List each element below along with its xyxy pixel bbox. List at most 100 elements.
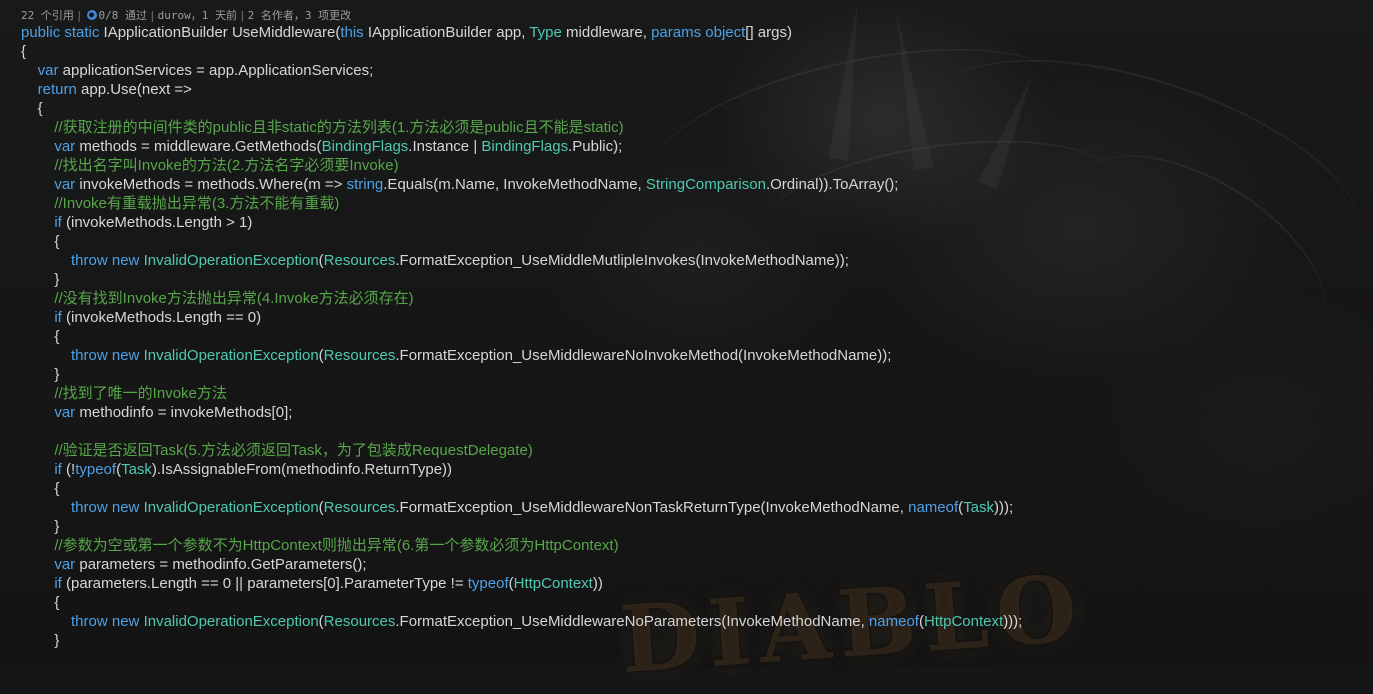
code-token: typeof [467,575,509,592]
code-token: //找出名字叫Invoke的方法(2.方法名字必须要Invoke) [54,157,399,174]
code-line[interactable]: throw new InvalidOperationException(Reso… [21,346,891,365]
code-line[interactable]: if (parameters.Length == 0 || parameters… [21,574,603,593]
code-token: (invokeMethods.Length == 0) [61,309,262,326]
code-token: //没有找到Invoke方法抛出异常(4.Invoke方法必须存在) [54,290,414,307]
code-token: { [21,480,60,497]
code-token: var [54,556,76,573]
code-token: .FormatException_UseMiddlewareNonTaskRet… [395,499,909,516]
code-line[interactable]: if (invokeMethods.Length == 0) [21,308,261,327]
code-token: middleware, [561,24,652,41]
code-token: { [21,233,60,250]
code-token: var [54,404,76,421]
code-token: //获取注册的中间件类的public且非static的方法列表(1.方法必须是p… [54,119,624,136]
code-line[interactable]: } [21,631,59,650]
code-token: Resources [323,613,396,630]
code-token: .FormatException_UseMiddlewareNoInvokeMe… [395,347,892,364]
code-token: BindingFlags [481,138,569,155]
code-line[interactable]: } [21,365,59,384]
code-line[interactable]: var methodinfo = invokeMethods[0]; [21,403,292,422]
code-line[interactable]: if (invokeMethods.Length > 1) [21,213,252,232]
code-line[interactable]: { [21,327,59,346]
code-token: throw new [71,347,144,364]
code-line[interactable]: return app.Use(next => [21,80,192,99]
code-line[interactable]: { [21,593,59,612]
code-line[interactable]: var methods = middleware.GetMethods(Bind… [21,137,622,156]
code-token: InvalidOperationException [143,499,319,516]
code-line[interactable]: var parameters = methodinfo.GetParameter… [21,555,367,574]
code-line[interactable]: throw new InvalidOperationException(Reso… [21,612,1022,631]
code-line[interactable]: var applicationServices = app.Applicatio… [21,61,374,80]
code-line[interactable]: { [21,42,26,61]
code-token: return [37,81,77,98]
code-token: nameof [868,613,919,630]
code-token: HttpContext [923,613,1004,630]
code-line[interactable]: //没有找到Invoke方法抛出异常(4.Invoke方法必须存在) [21,289,414,308]
codelens-separator: | [75,8,83,22]
code-line[interactable]: } [21,517,59,536]
code-line[interactable]: //获取注册的中间件类的public且非static的方法列表(1.方法必须是p… [21,118,624,137]
code-token: { [21,43,27,60]
code-token: app.Use(next => [76,81,192,98]
code-token: parameters = methodinfo.GetParameters(); [75,556,367,573]
code-line[interactable]: //验证是否返回Task(5.方法必须返回Task，为了包装成RequestDe… [21,441,533,460]
code-token: ))); [1003,613,1023,630]
code-token: Task [963,499,994,516]
code-token: } [21,366,60,383]
code-line[interactable]: throw new InvalidOperationException(Reso… [21,498,1013,517]
code-token: if [54,214,62,231]
code-token: .Instance | [408,138,482,155]
code-token: applicationServices = app.ApplicationSer… [58,62,374,79]
code-line[interactable]: { [21,232,59,251]
codelens-test-status[interactable]: 0/8 通过 [99,7,148,23]
code-token: { [21,328,60,345]
code-token: .FormatException_UseMiddlewareNoParamete… [395,613,869,630]
code-token: nameof [908,499,959,516]
code-line[interactable]: if (!typeof(Task).IsAssignableFrom(metho… [21,460,452,479]
code-token: //验证是否返回Task(5.方法必须返回Task，为了包装成RequestDe… [54,442,533,459]
code-token: { [21,594,60,611]
code-token: var [54,138,76,155]
code-line[interactable]: { [21,99,43,118]
code-token: } [21,271,60,288]
code-line[interactable]: public static IApplicationBuilder UseMid… [21,23,792,42]
code-token: if [54,461,62,478]
code-editor[interactable]: 22 个引用 | ● 0/8 通过 | durow，1 天前 | 2 名作者，3… [0,0,1373,669]
code-line[interactable]: //找出名字叫Invoke的方法(2.方法名字必须要Invoke) [21,156,399,175]
codelens-authors-changes[interactable]: 2 名作者，3 项更改 [248,7,352,23]
code-line[interactable]: //Invoke有重载抛出异常(3.方法不能有重载) [21,194,339,213]
code-token: invokeMethods = methods.Where(m => [75,176,347,193]
code-token: IApplicationBuilder app, [367,24,530,41]
code-token: if [54,309,62,326]
code-token: StringComparison [645,176,766,193]
code-line[interactable]: } [21,270,59,289]
code-token: InvalidOperationException [143,347,319,364]
code-line[interactable]: { [21,479,59,498]
code-token: //找到了唯一的Invoke方法 [54,385,227,402]
code-line[interactable]: //参数为空或第一个参数不为HttpContext则抛出异常(6.第一个参数必须… [21,536,618,555]
code-line[interactable]: var invokeMethods = methods.Where(m => s… [21,175,898,194]
code-token: .FormatException_UseMiddleMutlipleInvoke… [395,252,849,269]
code-token: { [21,100,43,117]
code-token: throw new [71,252,144,269]
code-line[interactable]: throw new InvalidOperationException(Reso… [21,251,849,270]
code-token: BindingFlags [321,138,409,155]
code-token: .Ordinal)).ToArray(); [765,176,899,193]
codelens-references[interactable]: 22 个引用 [21,7,74,23]
code-line[interactable]: //找到了唯一的Invoke方法 [21,384,227,403]
codelens-author-time[interactable]: durow，1 天前 [158,7,237,23]
